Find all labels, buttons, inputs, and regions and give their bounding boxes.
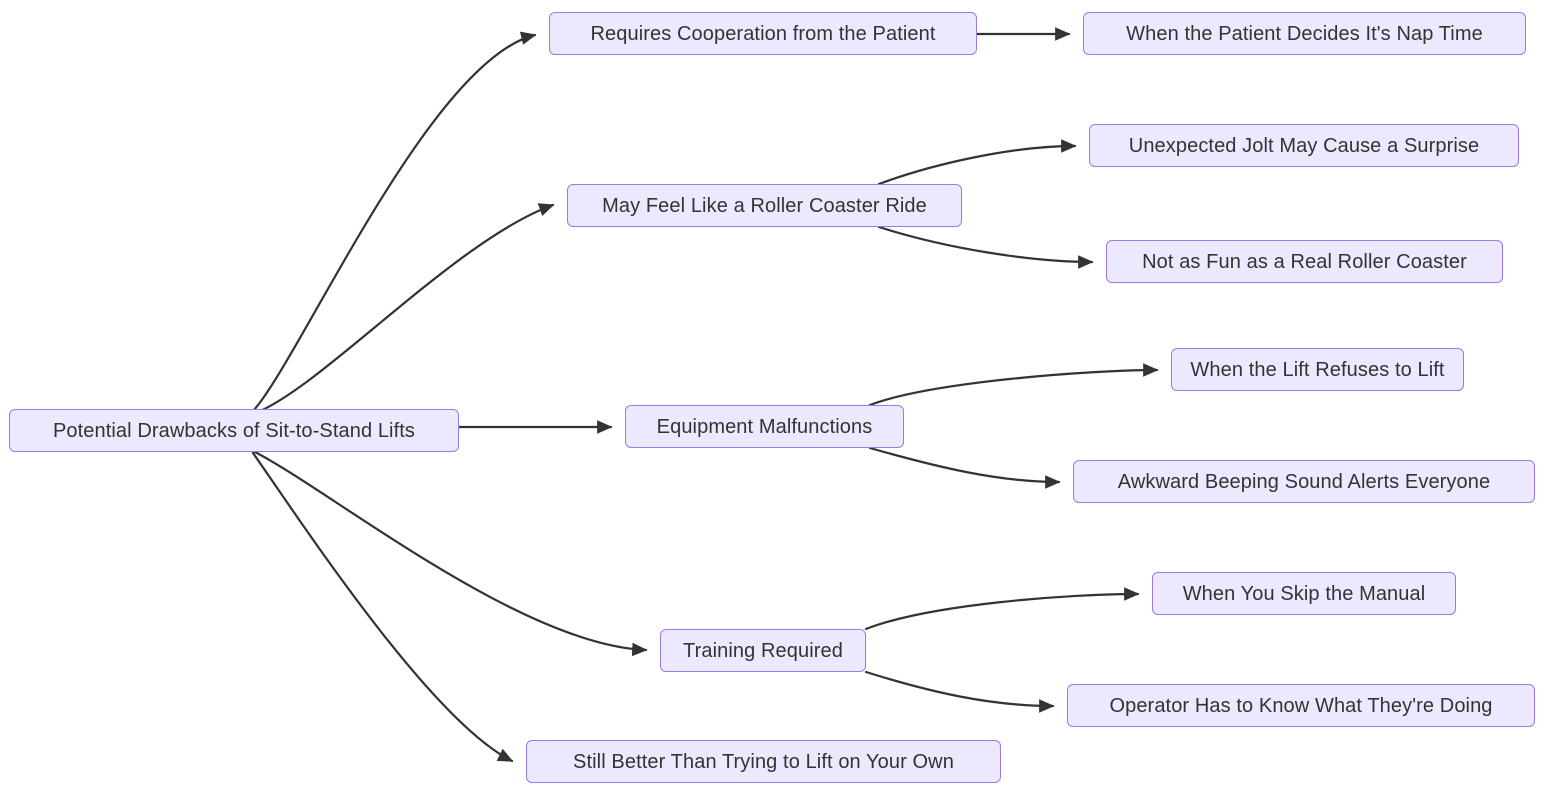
- node-equipment[interactable]: Equipment Malfunctions: [625, 405, 904, 448]
- node-coop[interactable]: Requires Cooperation from the Patient: [549, 12, 977, 55]
- node-manual[interactable]: When You Skip the Manual: [1152, 572, 1456, 615]
- flowchart-canvas: Potential Drawbacks of Sit-to-Stand Lift…: [0, 0, 1568, 804]
- node-beeping[interactable]: Awkward Beeping Sound Alerts Everyone: [1073, 460, 1535, 503]
- edge-root-to-coop: [251, 31, 537, 413]
- edge-coaster-to-jolt: [877, 139, 1077, 186]
- node-root[interactable]: Potential Drawbacks of Sit-to-Stand Lift…: [9, 409, 459, 452]
- node-better[interactable]: Still Better Than Trying to Lift on Your…: [526, 740, 1001, 783]
- edge-root-to-coaster: [251, 203, 555, 416]
- node-refuses[interactable]: When the Lift Refuses to Lift: [1171, 348, 1464, 391]
- edge-training-to-manual: [864, 587, 1140, 631]
- node-training[interactable]: Training Required: [660, 629, 866, 672]
- edge-root-to-training: [251, 449, 648, 657]
- node-nap[interactable]: When the Patient Decides It's Nap Time: [1083, 12, 1526, 55]
- edge-root-to-better: [251, 451, 514, 763]
- node-operator[interactable]: Operator Has to Know What They're Doing: [1067, 684, 1535, 727]
- node-coaster[interactable]: May Feel Like a Roller Coaster Ride: [567, 184, 962, 227]
- node-notfun[interactable]: Not as Fun as a Real Roller Coaster: [1106, 240, 1503, 283]
- node-jolt[interactable]: Unexpected Jolt May Cause a Surprise: [1089, 124, 1519, 167]
- edge-equipment-to-refuses: [868, 363, 1159, 407]
- edge-equipment-to-beeping: [868, 446, 1061, 489]
- edge-coaster-to-notfun: [877, 225, 1094, 269]
- edge-training-to-operator: [864, 670, 1055, 713]
